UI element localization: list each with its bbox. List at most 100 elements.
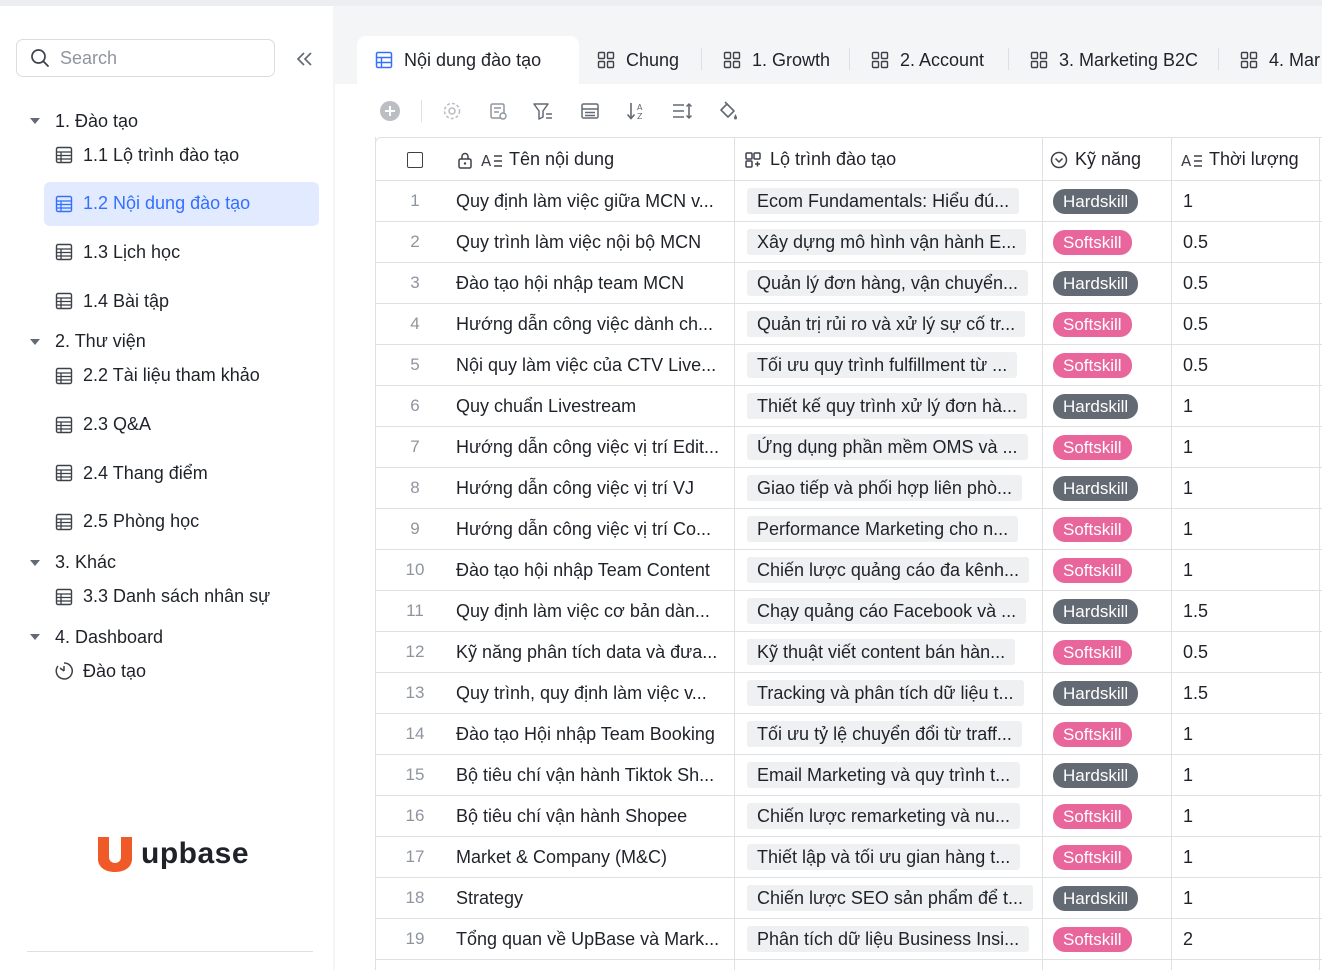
cell-skill[interactable]: Softskill bbox=[1053, 509, 1165, 549]
cell-duration[interactable]: 1 bbox=[1183, 468, 1313, 508]
cell-skill[interactable]: Softskill bbox=[1053, 427, 1165, 467]
linked-record-chip[interactable]: Thiết lập và tối ưu gian hàng t... bbox=[747, 844, 1021, 870]
cell-training-path[interactable]: Quản trị rủi ro và xử lý sự cố tr... bbox=[747, 304, 1037, 344]
cell-content-name[interactable]: Quy định làm việc giữa MCN v... bbox=[456, 181, 731, 221]
table-row[interactable]: 11 Quy định làm việc cơ bản dàn... Chạy qu… bbox=[375, 591, 1322, 632]
tab-view[interactable]: 2. Account bbox=[871, 36, 984, 84]
cell-content-name[interactable]: Hướng dẫn công việc dành ch... bbox=[456, 304, 731, 344]
cell-content-name[interactable]: Quy trình làm việc nội bộ MCN bbox=[456, 222, 731, 262]
sidebar-item[interactable]: 1.3 Lịch học bbox=[44, 230, 319, 274]
cell-duration[interactable]: 1 bbox=[1183, 755, 1313, 795]
select-all-checkbox[interactable] bbox=[407, 138, 423, 181]
cell-content-name[interactable]: Hướng dẫn công việc vị trí Co... bbox=[456, 509, 731, 549]
cell-training-path[interactable]: Tối ưu tỷ lệ chuyển đổi từ traff... bbox=[747, 714, 1037, 754]
cell-duration[interactable]: 1 bbox=[1183, 878, 1313, 918]
linked-record-chip[interactable]: Chiến lược quảng cáo đa kênh... bbox=[747, 557, 1030, 583]
cell-skill[interactable]: Hardskill bbox=[1053, 386, 1165, 426]
table-row[interactable]: 13 Quy trình, quy định làm việc v... Track… bbox=[375, 673, 1322, 714]
cell-skill[interactable]: Hardskill bbox=[1053, 468, 1165, 508]
cell-duration[interactable]: 2 bbox=[1183, 919, 1313, 959]
cell-training-path[interactable]: Quản lý đơn hàng, vận chuyển... bbox=[747, 263, 1037, 303]
add-record-icon[interactable] bbox=[378, 99, 402, 123]
cell-skill[interactable]: Softskill bbox=[1053, 796, 1165, 836]
linked-record-chip[interactable]: Email Marketing và quy trình t... bbox=[747, 762, 1021, 788]
cell-skill[interactable]: Softskill bbox=[1053, 304, 1165, 344]
cell-skill[interactable]: Hardskill bbox=[1053, 181, 1165, 221]
cell-content-name[interactable]: Đào tạo hội nhập Team Content bbox=[456, 550, 731, 590]
table-row[interactable]: 4 Hướng dẫn công việc dành ch... Quản trị … bbox=[375, 304, 1322, 345]
cell-duration[interactable]: 1.5 bbox=[1183, 673, 1313, 713]
table-row[interactable]: 14 Đào tạo Hội nhập Team Booking Tối ưu tỷ… bbox=[375, 714, 1322, 755]
cell-duration[interactable]: 1 bbox=[1183, 714, 1313, 754]
cell-skill[interactable]: Softskill bbox=[1053, 345, 1165, 385]
cell-duration[interactable]: 1 bbox=[1183, 550, 1313, 590]
cell-duration[interactable]: 0.5 bbox=[1183, 345, 1313, 385]
linked-record-chip[interactable]: Tracking và phân tích dữ liệu t... bbox=[747, 680, 1024, 706]
cell-training-path[interactable]: Chiến lược quảng cáo đa kênh... bbox=[747, 550, 1037, 590]
linked-record-chip[interactable]: Quản lý đơn hàng, vận chuyển... bbox=[747, 270, 1028, 296]
table-row[interactable]: 1 Quy định làm việc giữa MCN v... Ecom Fun… bbox=[375, 181, 1322, 222]
cell-duration[interactable]: 1.5 bbox=[1183, 591, 1313, 631]
cell-content-name[interactable]: Quy định làm việc cơ bản dàn... bbox=[456, 591, 731, 631]
tab-view[interactable]: Nội dung đào tạo bbox=[357, 36, 579, 84]
table-row[interactable]: 3 Đào tạo hội nhập team MCN Quản lý đơn hà… bbox=[375, 263, 1322, 304]
table-row[interactable]: 8 Hướng dẫn công việc vị trí VJ Giao tiếp … bbox=[375, 468, 1322, 509]
sidebar-group[interactable]: 2. Thư viện bbox=[28, 327, 146, 357]
table-row[interactable]: 6 Quy chuẩn Livestream Thiết kế quy trình … bbox=[375, 386, 1322, 427]
linked-record-chip[interactable]: Thiết kế quy trình xử lý đơn hà... bbox=[747, 393, 1027, 419]
column-header-duration[interactable]: A Thời lượng bbox=[1181, 138, 1299, 181]
table-row[interactable]: 16 Bộ tiêu chí vận hành Shopee Chiến lược … bbox=[375, 796, 1322, 837]
cell-content-name[interactable]: Bộ tiêu chí vận hành Tiktok Sh... bbox=[456, 755, 731, 795]
linked-record-chip[interactable]: Tối ưu tỷ lệ chuyển đổi từ traff... bbox=[747, 721, 1022, 747]
cell-duration[interactable]: 0.5 bbox=[1183, 263, 1313, 303]
cell-content-name[interactable]: Market & Company (M&C) bbox=[456, 837, 731, 877]
cell-skill[interactable]: Softskill bbox=[1053, 919, 1165, 959]
linked-record-chip[interactable]: Chiến lược remarketing và nu... bbox=[747, 803, 1020, 829]
cell-duration[interactable]: 1 bbox=[1183, 427, 1313, 467]
sort-icon[interactable]: AZ bbox=[624, 99, 648, 123]
cell-content-name[interactable]: Quy chuẩn Livestream bbox=[456, 386, 731, 426]
cell-training-path[interactable]: Giao tiếp và phối hợp liên phò... bbox=[747, 468, 1037, 508]
cell-content-name[interactable]: Hướng dẫn công việc vị trí Edit... bbox=[456, 427, 731, 467]
table-row[interactable]: 7 Hướng dẫn công việc vị trí Edit... Ứng d… bbox=[375, 427, 1322, 468]
table-row[interactable]: 9 Hướng dẫn công việc vị trí Co... Perform… bbox=[375, 509, 1322, 550]
collapse-sidebar-icon[interactable] bbox=[293, 48, 317, 70]
cell-duration[interactable]: 1 bbox=[1183, 181, 1313, 221]
linked-record-chip[interactable]: Tối ưu quy trình fulfillment từ ... bbox=[747, 352, 1018, 378]
search-input[interactable]: Search bbox=[16, 39, 275, 77]
group-icon[interactable] bbox=[578, 99, 602, 123]
cell-skill[interactable]: Softskill bbox=[1053, 714, 1165, 754]
cell-training-path[interactable]: Tối ưu quy trình fulfillment từ ... bbox=[747, 345, 1037, 385]
linked-record-chip[interactable]: Phân tích dữ liệu Business Insi... bbox=[747, 926, 1030, 952]
cell-content-name[interactable]: Hướng dẫn công việc vị trí VJ bbox=[456, 468, 731, 508]
cell-training-path[interactable]: Chiến lược SEO sản phẩm để t... bbox=[747, 878, 1037, 918]
cell-duration[interactable]: 0.5 bbox=[1183, 222, 1313, 262]
sidebar-item[interactable]: 2.4 Thang điểm bbox=[44, 451, 319, 495]
linked-record-chip[interactable]: Chạy quảng cáo Facebook và ... bbox=[747, 598, 1027, 624]
table-row[interactable]: 5 Nội quy làm việc của CTV Live... Tối ưu … bbox=[375, 345, 1322, 386]
linked-record-chip[interactable]: Ecom Fundamentals: Hiểu đú... bbox=[747, 188, 1020, 214]
cell-skill[interactable]: Softskill bbox=[1053, 632, 1165, 672]
cell-skill[interactable]: Hardskill bbox=[1053, 591, 1165, 631]
sidebar-item[interactable]: 1.1 Lộ trình đào tạo bbox=[44, 133, 319, 177]
table-row[interactable]: 12 Kỹ năng phân tích data và đưa... Kỹ thu… bbox=[375, 632, 1322, 673]
cell-duration[interactable]: 1 bbox=[1183, 837, 1313, 877]
filter-icon[interactable] bbox=[531, 99, 555, 123]
column-header-skill[interactable]: Kỹ năng bbox=[1050, 138, 1141, 181]
cell-skill[interactable]: Hardskill bbox=[1053, 673, 1165, 713]
cell-skill[interactable]: Hardskill bbox=[1053, 263, 1165, 303]
cell-content-name[interactable]: Quy trình, quy định làm việc v... bbox=[456, 673, 731, 713]
cell-training-path[interactable]: Thiết kế quy trình xử lý đơn hà... bbox=[747, 386, 1037, 426]
row-height-icon[interactable] bbox=[670, 99, 694, 123]
linked-record-chip[interactable]: Kỹ thuật viết content bán hàn... bbox=[747, 639, 1016, 665]
column-header-path[interactable]: Lộ trình đào tạo bbox=[744, 138, 896, 181]
caret-down-icon[interactable] bbox=[30, 338, 40, 345]
cell-training-path[interactable]: Thiết lập và tối ưu gian hàng t... bbox=[747, 837, 1037, 877]
cell-skill[interactable]: Hardskill bbox=[1053, 878, 1165, 918]
linked-record-chip[interactable]: Chiến lược SEO sản phẩm để t... bbox=[747, 885, 1033, 911]
field-settings-icon[interactable] bbox=[486, 99, 510, 123]
cell-training-path[interactable]: Performance Marketing cho n... bbox=[747, 509, 1037, 549]
cell-duration[interactable]: 1 bbox=[1183, 509, 1313, 549]
sidebar-item[interactable]: 3.3 Danh sách nhân sự bbox=[44, 575, 319, 619]
tab-view[interactable]: 4. Mar bbox=[1240, 36, 1320, 84]
